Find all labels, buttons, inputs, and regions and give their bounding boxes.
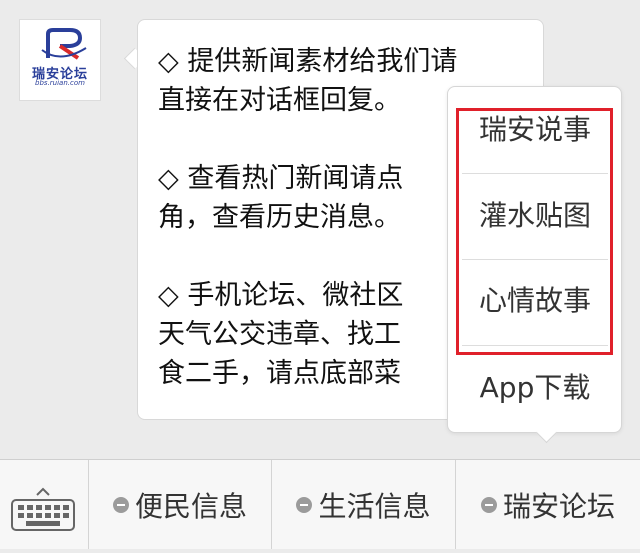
logo-url: bbs.ruian.com	[35, 79, 85, 87]
menu-ruian-luntan[interactable]: 瑞安论坛	[456, 460, 640, 549]
official-account-avatar[interactable]: 瑞安论坛 bbs.ruian.com	[19, 19, 101, 101]
menu-dot-icon	[112, 496, 129, 513]
menu-dot-icon	[480, 496, 497, 513]
menu-label: 生活信息	[318, 489, 431, 523]
keyboard-icon	[11, 487, 75, 531]
keyboard-toggle-button[interactable]	[0, 460, 88, 549]
bottom-menu-bar: 便民信息 生活信息 瑞安论坛	[0, 459, 640, 549]
menu-shenghuo-xinxi[interactable]: 生活信息	[272, 460, 455, 549]
menu-bianmin-xinxi[interactable]: 便民信息	[89, 460, 271, 549]
message-line: ◇ 提供新闻素材给我们请	[158, 46, 458, 77]
menu-dot-icon	[296, 496, 313, 513]
menu-label: 瑞安论坛	[502, 489, 615, 523]
highlight-box	[456, 108, 613, 355]
menu-label: 便民信息	[134, 489, 247, 523]
submenu-item-app-download[interactable]: App下载	[462, 368, 608, 408]
